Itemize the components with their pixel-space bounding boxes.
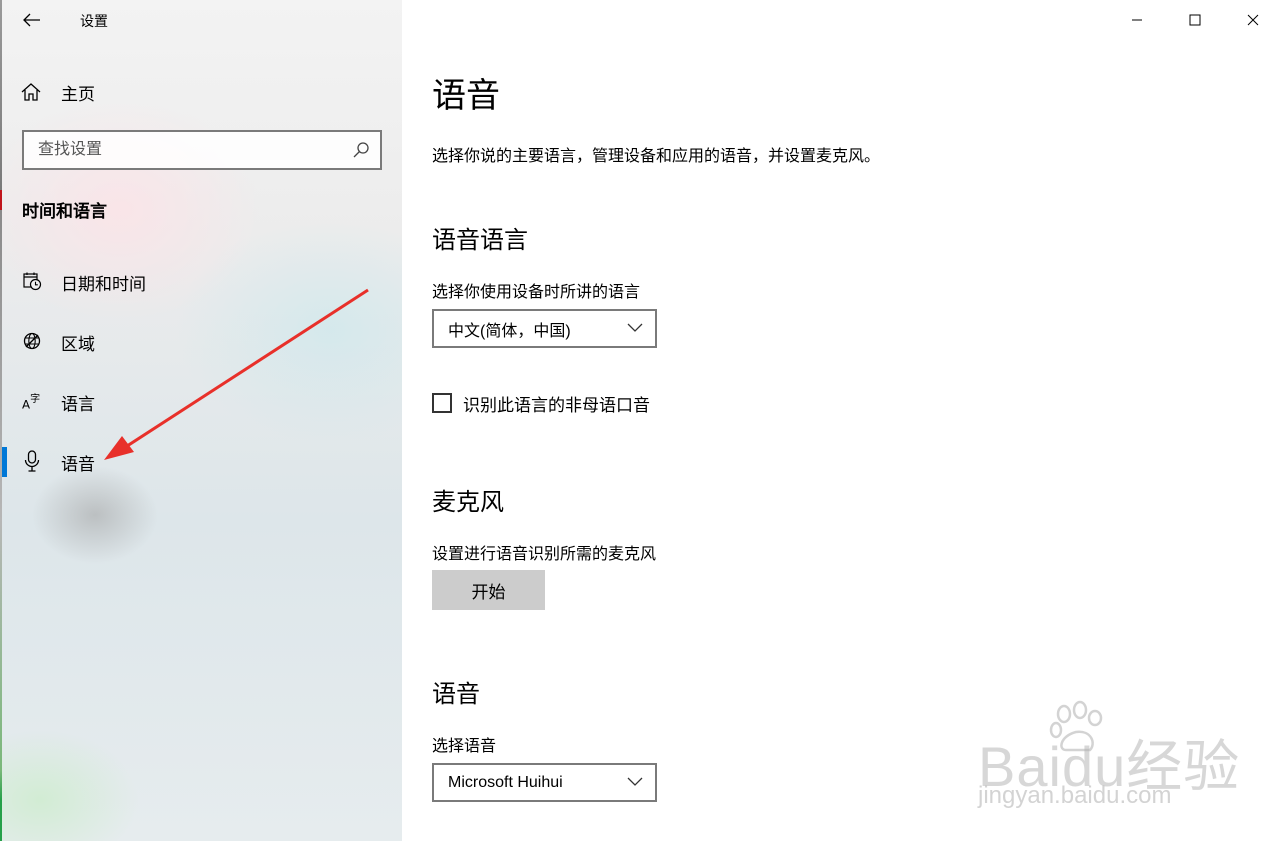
chevron-down-icon [627, 777, 643, 786]
maximize-icon [1189, 14, 1201, 26]
sidebar-home[interactable]: 主页 [20, 76, 95, 108]
section-header: 时间和语言 [22, 202, 107, 221]
speech-language-label: 选择你使用设备时所讲的语言 [432, 284, 641, 301]
back-arrow-icon [23, 13, 40, 27]
dropdown-value: Microsoft Huihui [448, 773, 563, 791]
close-icon [1247, 14, 1259, 26]
sidebar: 设置 主页 时间和语言 日期和时间 [0, 0, 402, 841]
dropdown-value: 中文(简体，中国) [448, 322, 571, 340]
sidebar-item-label: 区域 [61, 335, 95, 354]
non-native-accent-checkbox[interactable] [432, 393, 452, 413]
minimize-icon [1132, 19, 1142, 21]
speech-language-heading: 语音语言 [432, 227, 528, 254]
sidebar-item-label: 语音 [61, 455, 95, 474]
speech-language-dropdown[interactable]: 中文(简体，中国) [432, 309, 657, 348]
chevron-down-icon [627, 323, 643, 332]
app-title: 设置 [80, 13, 108, 29]
language-icon: A 字 [22, 391, 42, 411]
sidebar-item-region[interactable]: 区域 [0, 321, 402, 361]
microphone-heading: 麦克风 [432, 489, 504, 516]
microphone-icon [22, 450, 42, 472]
search-icon [353, 142, 369, 158]
svg-text:字: 字 [30, 392, 40, 405]
home-label: 主页 [61, 84, 95, 104]
sidebar-item-language[interactable]: A 字 语言 [0, 381, 402, 421]
get-started-button[interactable]: 开始 [432, 570, 545, 610]
microphone-label: 设置进行语音识别所需的麦克风 [432, 546, 657, 563]
back-button[interactable] [16, 4, 48, 36]
home-icon [21, 83, 41, 101]
voice-dropdown[interactable]: Microsoft Huihui [432, 763, 657, 802]
checkbox-label: 识别此语言的非母语口音 [463, 395, 650, 415]
search-input[interactable] [24, 132, 362, 168]
svg-text:A: A [22, 397, 30, 411]
maximize-button[interactable] [1172, 4, 1218, 36]
sidebar-item-date-time[interactable]: 日期和时间 [0, 261, 402, 301]
non-native-accent-option[interactable]: 识别此语言的非母语口音 [432, 390, 650, 416]
page-title: 语音 [432, 77, 500, 115]
voices-label: 选择语音 [432, 738, 497, 755]
baidu-watermark: Baidu经验 jingyan.baidu.com [968, 700, 1268, 820]
sidebar-item-label: 语言 [61, 395, 95, 414]
calendar-clock-icon [22, 271, 42, 291]
page-description: 选择你说的主要语言，管理设备和应用的语音，并设置麦克风。 [432, 148, 881, 165]
sidebar-item-label: 日期和时间 [61, 275, 146, 294]
minimize-button[interactable] [1114, 4, 1160, 36]
watermark-url: jingyan.baidu.com [978, 782, 1172, 809]
globe-icon [22, 331, 42, 351]
sidebar-item-speech[interactable]: 语音 [0, 441, 402, 481]
voices-heading: 语音 [432, 681, 480, 708]
close-button[interactable] [1230, 4, 1273, 36]
search-box[interactable] [22, 130, 382, 170]
